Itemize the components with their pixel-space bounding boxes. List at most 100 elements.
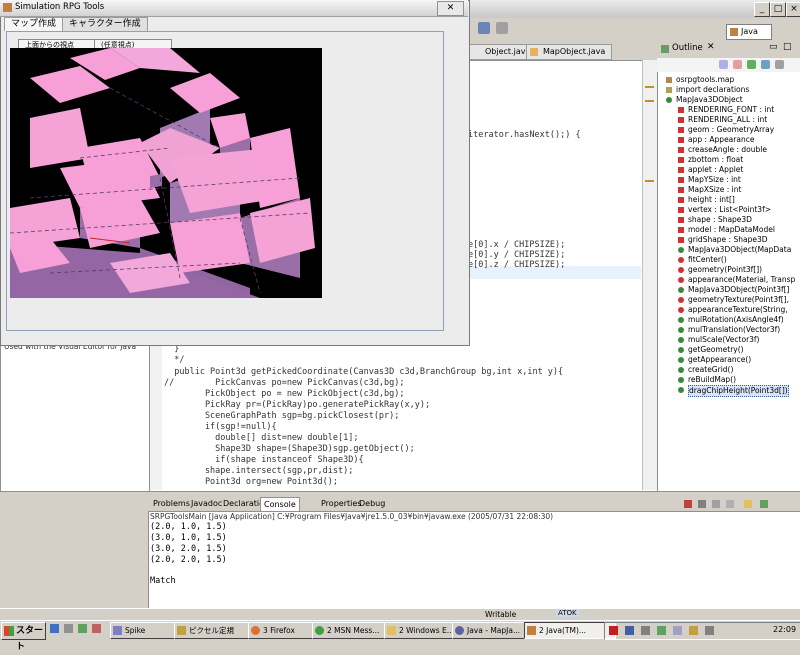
tray-misc2-icon[interactable] (705, 626, 714, 635)
editor-tab-mapobject[interactable]: MapObject.java (526, 44, 613, 60)
tray-msn-icon[interactable] (657, 626, 666, 635)
outline-item[interactable]: shape : Shape3D (688, 215, 752, 225)
outline-item-label: applet : Applet (688, 165, 744, 174)
outline-item[interactable]: creaseAngle : double (688, 145, 767, 155)
outline-item[interactable]: reBuildMap() (688, 375, 736, 385)
clock[interactable]: 22:09 (773, 625, 796, 634)
outline-item-label: createGrid() (688, 365, 734, 374)
tray-ime-icon[interactable] (673, 626, 682, 635)
outline-item[interactable]: appearance(Material, Transp (688, 275, 795, 285)
maximize-view-icon[interactable]: □ (783, 42, 792, 52)
public-method-icon (678, 337, 684, 343)
code-line: Point3d org=new Point3d(); (164, 477, 338, 487)
tab-console[interactable]: Console (260, 497, 300, 511)
pin-console-icon[interactable] (744, 500, 752, 508)
outline-item[interactable]: mulTranslation(Vector3f) (688, 325, 780, 335)
constructor-icon (678, 247, 684, 253)
view-menu-icon[interactable] (775, 60, 784, 69)
outline-item[interactable]: mulRotation(AxisAngle4f) (688, 315, 784, 325)
outline-item[interactable]: geometryTexture(Point3f[], (688, 295, 789, 305)
toolbar-nav-icon[interactable] (478, 22, 490, 34)
minimize-button[interactable]: _ (754, 2, 770, 17)
toolbar-back-icon[interactable] (496, 22, 508, 34)
outline-item[interactable]: vertex : List<Point3f> (688, 205, 771, 215)
quicklaunch-app-icon[interactable] (78, 624, 87, 633)
ime-indicator[interactable]: ATOK (556, 609, 579, 617)
outline-item[interactable]: osrpgtools.map (676, 75, 734, 85)
outline-item-label: MapYSize : int (688, 175, 741, 184)
code-line: if(sgp!=null){ (164, 422, 277, 432)
display-console-icon[interactable] (760, 500, 768, 508)
hide-fields-icon[interactable] (733, 60, 742, 69)
generic-app-icon (113, 626, 122, 635)
remove-launch-icon[interactable] (698, 500, 706, 508)
sort-icon[interactable] (719, 60, 728, 69)
tray-misc-icon[interactable] (689, 626, 698, 635)
outline-item[interactable]: dragChipHeight(Point3d[]) (688, 385, 789, 397)
perspective-java-button[interactable]: Java (726, 24, 772, 40)
scroll-lock-icon[interactable] (726, 500, 734, 508)
outline-item[interactable]: height : int[] (688, 195, 735, 205)
outline-item[interactable]: RENDERING_FONT : int (688, 105, 774, 115)
tray-app-icon[interactable] (609, 626, 618, 635)
windows-logo-icon (4, 626, 14, 636)
private-field-icon (678, 207, 684, 213)
outline-item[interactable]: geom : GeometryArray (688, 125, 774, 135)
outline-item[interactable]: appearanceTexture(String, (688, 305, 788, 315)
tab-map-editor[interactable]: マップ作成 (4, 17, 64, 31)
close-button[interactable]: ✕ (437, 1, 464, 16)
minimize-view-icon[interactable]: ▭ (769, 42, 778, 52)
outline-item[interactable]: applet : Applet (688, 165, 743, 175)
tab-problems[interactable]: Problems (150, 497, 193, 510)
outline-item[interactable]: MapJava3DObject(MapData (688, 245, 791, 255)
package-explorer-panel[interactable] (0, 338, 150, 492)
java-icon (527, 626, 536, 635)
close-button[interactable]: × (786, 2, 800, 17)
quicklaunch-app2-icon[interactable] (92, 624, 101, 633)
map-3d-canvas[interactable] (9, 48, 322, 298)
outline-item[interactable]: MapJava3DObject (676, 95, 743, 105)
tray-network-icon[interactable] (625, 626, 634, 635)
outline-item[interactable]: import declarations (676, 85, 749, 95)
terminate-icon[interactable] (684, 500, 692, 508)
maximize-button[interactable]: □ (770, 2, 786, 17)
console-view[interactable] (148, 511, 800, 610)
task-label: Java - MapJa... (467, 626, 521, 635)
outline-item[interactable]: gridShape : Shape3D (688, 235, 768, 245)
hide-nonpublic-icon[interactable] (761, 60, 770, 69)
hide-static-icon[interactable] (747, 60, 756, 69)
outline-item[interactable]: model : MapDataModel (688, 225, 775, 235)
code-line: public Point3d getPickedCoordinate(Canva… (164, 367, 564, 377)
outline-item[interactable]: getAppearance() (688, 355, 751, 365)
outline-item[interactable]: MapXSize : int (688, 185, 741, 195)
outline-item-label: app : Appearance (688, 135, 755, 144)
outline-item[interactable]: fitCenter() (688, 255, 727, 265)
outline-item[interactable]: RENDERING_ALL : int (688, 115, 767, 125)
outline-item[interactable]: geometry(Point3f[]) (688, 265, 762, 275)
outline-item[interactable]: getGeometry() (688, 345, 744, 355)
editor-overview-ruler[interactable] (642, 60, 657, 490)
clear-console-icon[interactable] (712, 500, 720, 508)
outline-item[interactable]: MapYSize : int (688, 175, 741, 185)
outline-item-label: appearanceTexture(String, (688, 305, 788, 314)
tab-debug[interactable]: Debug (356, 497, 388, 510)
outline-item[interactable]: mulScale(Vector3f) (688, 335, 759, 345)
close-icon[interactable]: ✕ (707, 42, 715, 52)
start-button[interactable]: スタート (1, 622, 46, 652)
outline-item[interactable]: zbottom : float (688, 155, 743, 165)
tab-character-editor[interactable]: キャラクター作成 (62, 17, 148, 31)
static-field-icon (678, 107, 684, 113)
private-field-icon (678, 137, 684, 143)
code-line: shape.intersect(sgp,pr,dist); (164, 466, 354, 476)
outline-item[interactable]: app : Appearance (688, 135, 754, 145)
package-icon (666, 77, 672, 83)
public-method-icon (678, 357, 684, 363)
tray-volume-icon[interactable] (641, 626, 650, 635)
private-method-icon (678, 277, 684, 283)
outline-item[interactable]: createGrid() (688, 365, 733, 375)
quicklaunch-ie-icon[interactable] (50, 624, 59, 633)
quicklaunch-desktop-icon[interactable] (64, 624, 73, 633)
outline-item[interactable]: MapJava3DObject(Point3f[] (688, 285, 789, 295)
outline-item-label: RENDERING_ALL : int (688, 115, 768, 124)
task-java-app[interactable]: 2 Java(TM)... (524, 622, 616, 639)
